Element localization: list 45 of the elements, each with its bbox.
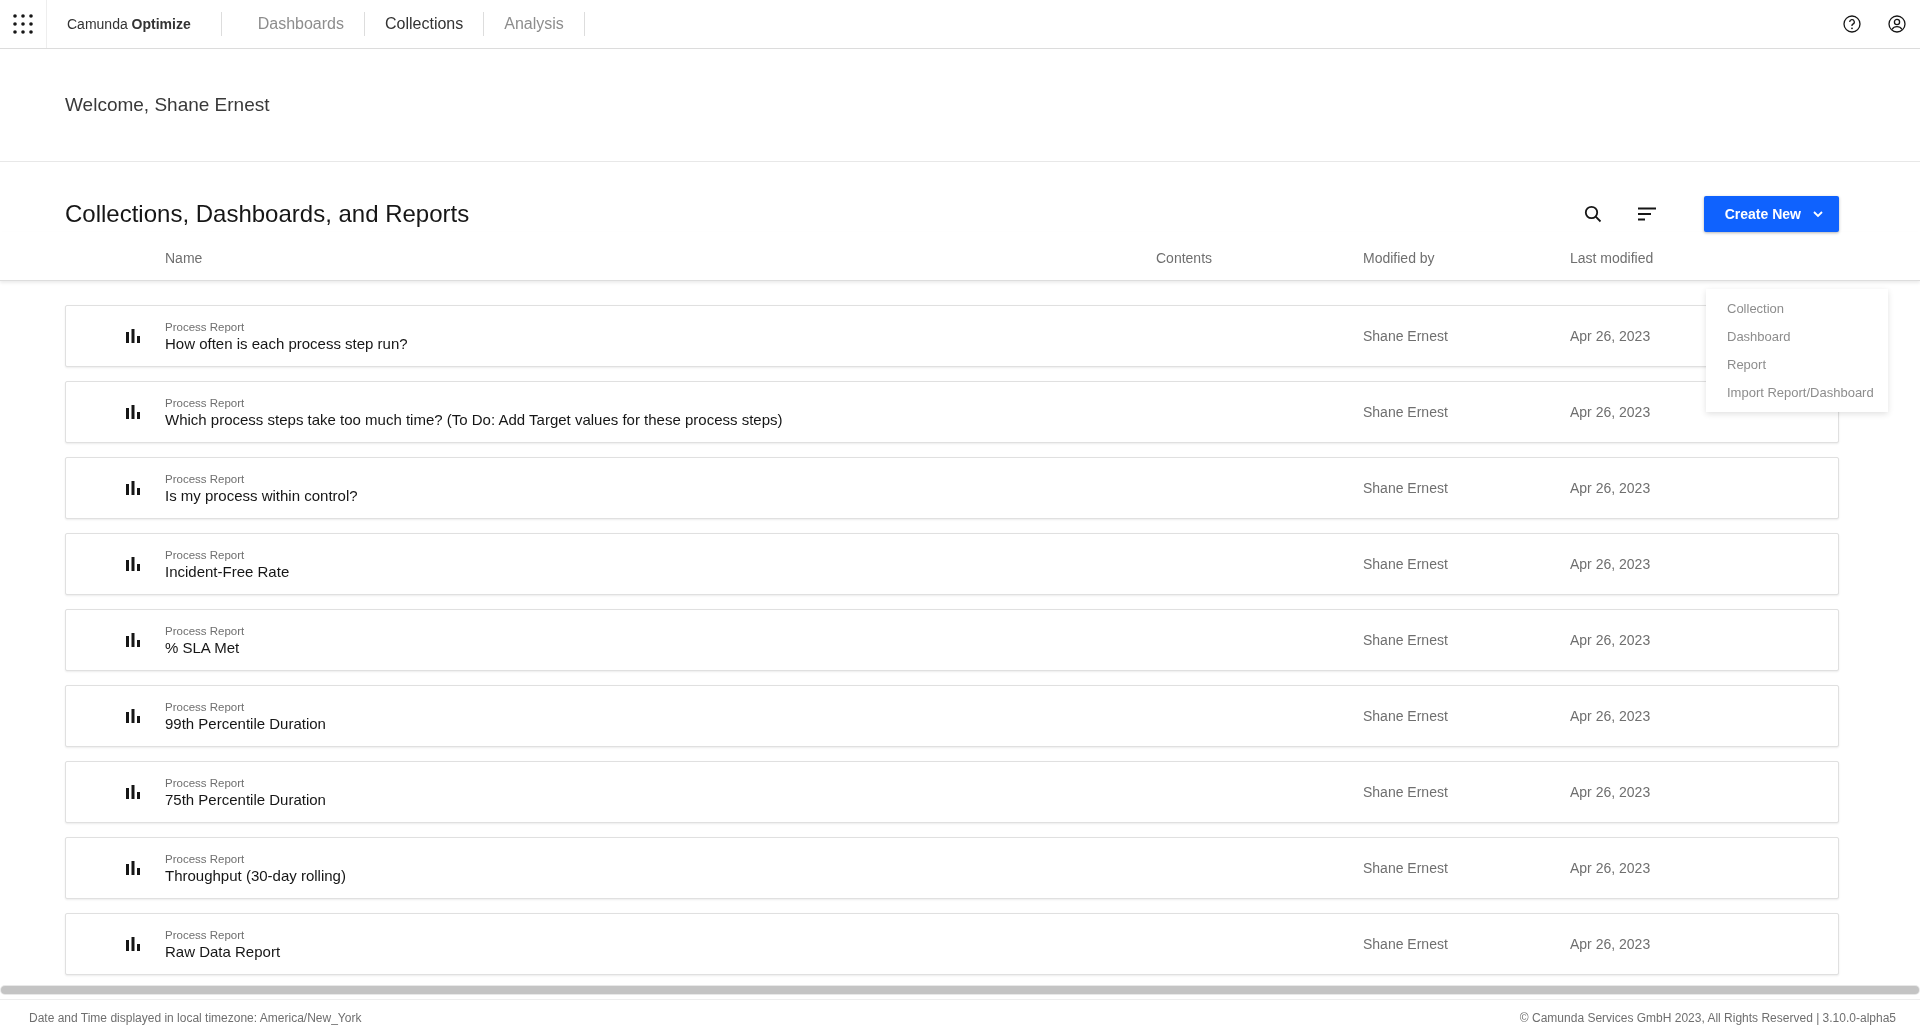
last-modified: Apr 26, 2023 — [1570, 708, 1651, 724]
last-modified: Apr 26, 2023 — [1570, 784, 1651, 800]
report-name: Which process steps take too much time? (To Do: Add Target values for these process steps) — [165, 410, 784, 428]
report-name: Raw Data Report — [165, 942, 282, 960]
report-type: Process Report — [165, 928, 246, 941]
last-modified: Apr 26, 2023 — [1570, 556, 1651, 572]
modified-by: Shane Ernest — [1363, 632, 1449, 648]
modified-by: Shane Ernest — [1363, 708, 1449, 724]
report-type: Process Report — [165, 852, 246, 865]
app-name: Camunda Optimize — [47, 12, 222, 36]
report-type: Process Report — [165, 624, 246, 637]
copyright-text: © Camunda Services GmbH 2023, All Rights Reserved | 3.10.0-alpha5 — [1519, 1011, 1896, 1025]
modified-by: Shane Ernest — [1363, 936, 1449, 952]
welcome-text: Welcome, Shane Ernest — [0, 49, 1920, 162]
modified-by: Shane Ernest — [1363, 480, 1449, 496]
section-title: Collections, Dashboards, and Reports — [65, 200, 471, 228]
report-name: Throughput (30-day rolling) — [165, 866, 347, 884]
modified-by: Shane Ernest — [1363, 556, 1449, 572]
report-name: Is my process within control? — [165, 486, 359, 504]
last-modified: Apr 26, 2023 — [1570, 328, 1651, 344]
last-modified: Apr 26, 2023 — [1570, 632, 1651, 648]
modified-by: Shane Ernest — [1363, 784, 1449, 800]
last-modified: Apr 26, 2023 — [1570, 860, 1651, 876]
column-header: Name — [165, 250, 204, 266]
report-name: How often is each process step run? — [165, 334, 409, 352]
last-modified: Apr 26, 2023 — [1570, 480, 1651, 496]
report-type: Process Report — [165, 396, 246, 409]
modified-by: Shane Ernest — [1363, 328, 1449, 344]
report-type: Process Report — [165, 776, 246, 789]
report-type: Process Report — [165, 700, 246, 713]
report-type: Process Report — [165, 320, 246, 333]
column-header: Modified by — [1363, 250, 1436, 266]
last-modified: Apr 26, 2023 — [1570, 404, 1651, 420]
last-modified: Apr 26, 2023 — [1570, 936, 1651, 952]
modified-by: Shane Ernest — [1363, 860, 1449, 876]
timezone-note: Date and Time displayed in local timezone: America/New_York — [29, 1011, 362, 1025]
report-type: Process Report — [165, 472, 246, 485]
report-name: Incident-Free Rate — [165, 562, 291, 580]
column-header: Last modified — [1570, 250, 1655, 266]
report-name: 99th Percentile Duration — [165, 714, 327, 732]
report-name: % SLA Met — [165, 638, 241, 656]
modified-by: Shane Ernest — [1363, 404, 1449, 420]
report-type: Process Report — [165, 548, 246, 561]
column-header: Contents — [1156, 250, 1214, 266]
report-name: 75th Percentile Duration — [165, 790, 327, 808]
